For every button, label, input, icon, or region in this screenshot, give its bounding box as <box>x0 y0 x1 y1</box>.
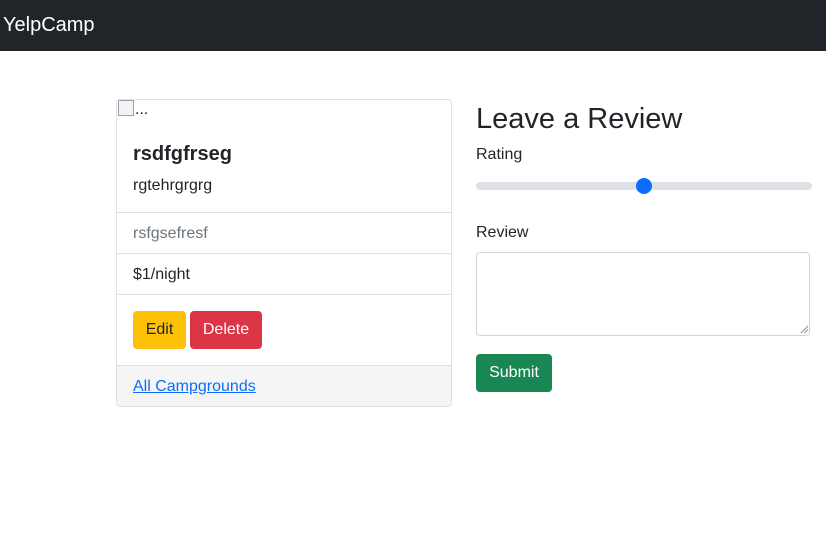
slider-thumb[interactable] <box>636 178 652 194</box>
submit-button[interactable]: Submit <box>476 354 552 392</box>
broken-image-icon <box>118 100 134 116</box>
campground-location: rsfgsefresf <box>133 225 208 242</box>
navbar: YelpCamp <box>0 0 826 51</box>
campground-price: $1/night <box>133 266 190 283</box>
campground-description: rgtehrgrgrg <box>133 177 213 194</box>
card-actions: Edit Delete <box>117 294 451 365</box>
card-footer: All Campgrounds <box>117 365 451 406</box>
list-item-price: $1/night <box>117 253 451 294</box>
resize-grip-icon[interactable] <box>800 325 809 334</box>
image-alt-text: ... <box>135 101 149 118</box>
review-heading: Leave a Review <box>476 103 683 135</box>
edit-button[interactable]: Edit <box>133 311 186 349</box>
review-label: Review <box>476 224 529 241</box>
list-item-location: rsfgsefresf <box>117 212 451 253</box>
campground-card: ... rsdfgfrseg rgtehrgrgrg rsfgsefresf $… <box>116 99 452 407</box>
rating-label: Rating <box>476 146 523 163</box>
brand-link[interactable]: YelpCamp <box>3 12 95 38</box>
campground-image: ... <box>118 100 148 119</box>
review-textarea[interactable] <box>476 252 810 336</box>
rating-slider[interactable] <box>476 177 812 195</box>
campground-title: rsdfgfrseg <box>133 143 232 165</box>
delete-button[interactable]: Delete <box>190 311 262 349</box>
all-campgrounds-link[interactable]: All Campgrounds <box>133 376 256 398</box>
